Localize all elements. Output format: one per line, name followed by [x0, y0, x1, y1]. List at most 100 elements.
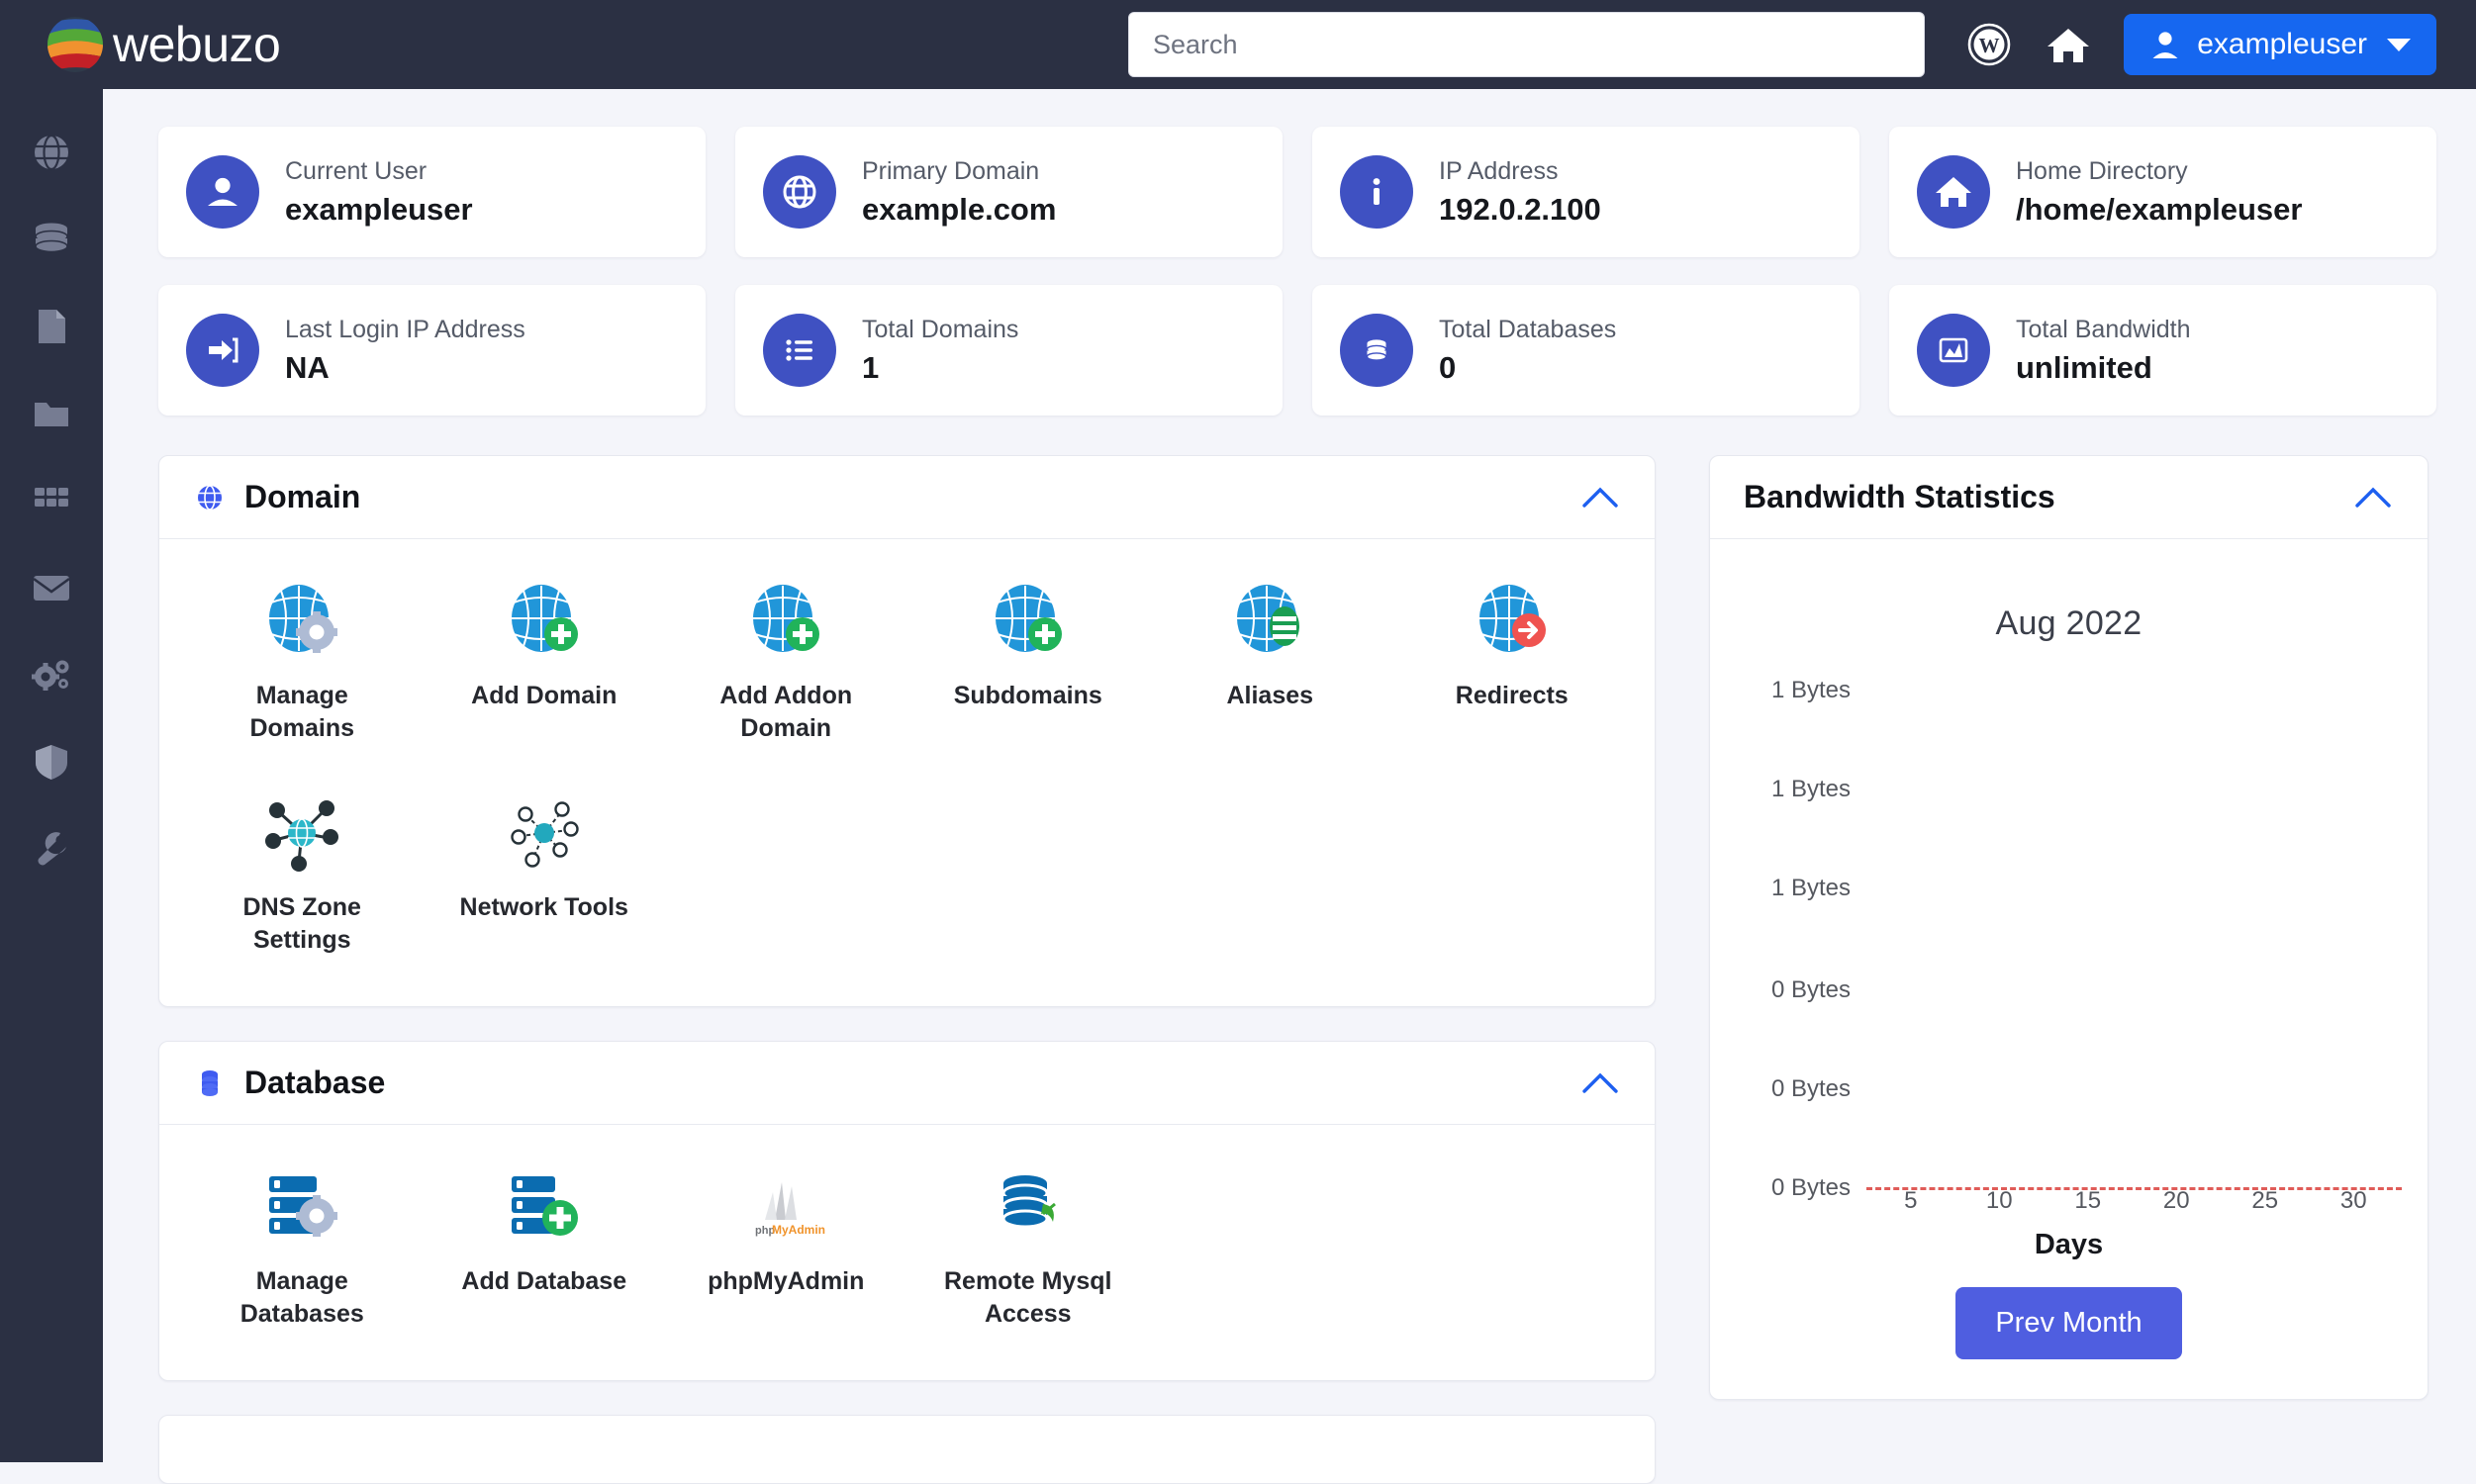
y-axis-row: 0 Bytes: [1736, 976, 2402, 1004]
tile-network-tools[interactable]: Network Tools: [424, 785, 666, 963]
chevron-up-icon[interactable]: [2352, 477, 2394, 518]
next-panel-partial: [158, 1415, 1656, 1484]
chevron-down-icon: [2387, 38, 2411, 51]
stat-card-home-directory: Home Directory /home/exampleuser: [1889, 127, 2436, 257]
stat-label: IP Address: [1439, 156, 1559, 185]
svg-text:MyAdmin: MyAdmin: [772, 1223, 825, 1237]
stat-label: Current User: [285, 156, 428, 185]
tile-subdomains[interactable]: Subdomains: [907, 573, 1150, 751]
database-plus-icon: [502, 1164, 587, 1250]
info-icon: [1340, 155, 1413, 229]
tile-redirects[interactable]: Redirects: [1391, 573, 1634, 751]
stat-card-total-databases: Total Databases 0: [1312, 285, 1859, 416]
bandwidth-panel-title: Bandwidth Statistics: [1744, 479, 2055, 514]
user-icon: [186, 155, 259, 229]
stat-card-ip-address: IP Address 192.0.2.100: [1312, 127, 1859, 257]
search-input[interactable]: [1128, 12, 1925, 77]
webuzo-logo-icon: [44, 14, 107, 75]
y-axis-row: 1 Bytes: [1736, 677, 2402, 704]
stat-value: NA: [285, 349, 330, 385]
y-tick-label: 1 Bytes: [1770, 875, 1851, 901]
wrench-icon: [38, 832, 66, 866]
stat-label: Total Bandwidth: [2016, 315, 2191, 343]
right-column: Bandwidth Statistics Aug 2022 1 Bytes 1 …: [1709, 455, 2428, 1400]
y-tick-label: 1 Bytes: [1770, 677, 1851, 703]
list-icon: [763, 314, 836, 387]
database-panel-title: Database: [244, 1065, 386, 1100]
tile-aliases[interactable]: Aliases: [1149, 573, 1391, 751]
chart-icon: [1917, 314, 1990, 387]
globe-icon: [193, 481, 227, 514]
sidebar-item-settings[interactable]: [0, 631, 103, 718]
tile-label: Manage Databases: [239, 1267, 364, 1328]
login-arrow-icon: [186, 314, 259, 387]
x-tick-label: 30: [2339, 1187, 2367, 1214]
stat-value: exampleuser: [285, 191, 473, 227]
tile-manage-databases[interactable]: Manage Databases: [181, 1159, 424, 1337]
bandwidth-panel-header: Bandwidth Statistics: [1710, 456, 2428, 539]
tile-label: Subdomains: [953, 682, 1102, 709]
sidebar-item-tools[interactable]: [0, 805, 103, 892]
stat-card-total-bandwidth: Total Bandwidth unlimited: [1889, 285, 2436, 416]
tile-remote-mysql-access[interactable]: Remote Mysql Access: [907, 1159, 1150, 1337]
domain-panel: Domain Manage Domains Add Domain Add Add…: [158, 455, 1656, 1007]
tile-dns-zone-settings[interactable]: DNS Zone Settings: [181, 785, 424, 963]
header-actions: W exampleuser: [1965, 0, 2436, 89]
bandwidth-statistics-panel: Bandwidth Statistics Aug 2022 1 Bytes 1 …: [1709, 455, 2428, 1400]
bandwidth-chart: Aug 2022 1 Bytes 1 Bytes 1 Bytes 0 Bytes: [1710, 539, 2428, 1399]
globe-arrow-icon: [1470, 579, 1555, 664]
tile-label: Redirects: [1455, 682, 1569, 709]
user-menu-button[interactable]: exampleuser: [2124, 14, 2436, 75]
database-tiles: Manage Databases Add Database php MyAdmi…: [159, 1125, 1655, 1380]
stat-label: Home Directory: [2016, 156, 2188, 185]
globe-icon: [35, 134, 68, 171]
stat-label: Primary Domain: [862, 156, 1040, 185]
chevron-up-icon[interactable]: [1579, 477, 1621, 518]
database-remote-icon: [986, 1164, 1071, 1250]
stat-cards-grid: Current User exampleuser Primary Domain …: [158, 127, 2436, 416]
tile-label: Remote Mysql Access: [944, 1267, 1112, 1328]
stat-card-primary-domain: Primary Domain example.com: [735, 127, 1283, 257]
tile-label: Aliases: [1226, 682, 1314, 709]
tile-add-domain[interactable]: Add Domain: [424, 573, 666, 751]
y-axis-row: 1 Bytes: [1736, 875, 2402, 902]
user-icon: [2152, 32, 2178, 58]
tile-add-addon-domain[interactable]: Add Addon Domain: [665, 573, 907, 751]
sidebar-item-apps[interactable]: [0, 457, 103, 544]
main-content: Current User exampleuser Primary Domain …: [103, 89, 2476, 1484]
globe-icon: [763, 155, 836, 229]
y-tick-label: 0 Bytes: [1770, 1174, 1851, 1201]
chart-title: Aug 2022: [1995, 604, 2143, 642]
top-header: webuzo W exampleuser: [0, 0, 2476, 89]
prev-month-button[interactable]: Prev Month: [1955, 1287, 2182, 1359]
sidebar-item-security[interactable]: [0, 718, 103, 805]
stat-label: Total Domains: [862, 315, 1019, 343]
stat-value: 192.0.2.100: [1439, 191, 1601, 227]
left-column: Domain Manage Domains Add Domain Add Add…: [158, 455, 1656, 1484]
domain-panel-header: Domain: [159, 456, 1655, 539]
globe-list-icon: [1227, 579, 1312, 664]
panels-row: Domain Manage Domains Add Domain Add Add…: [158, 455, 2436, 1484]
stat-label: Total Databases: [1439, 315, 1617, 343]
chevron-up-icon[interactable]: [1579, 1063, 1621, 1104]
folder-icon: [35, 403, 68, 426]
stat-value: 0: [1439, 349, 1457, 385]
sidebar-item-domain[interactable]: [0, 109, 103, 196]
wordpress-icon[interactable]: W: [1965, 21, 2013, 68]
home-icon[interactable]: [2045, 21, 2092, 68]
chart-plot-area: 1 Bytes 1 Bytes 1 Bytes 0 Bytes 0 Bytes: [1736, 677, 2402, 1214]
sidebar-item-email[interactable]: [0, 544, 103, 631]
stat-value: 1: [862, 349, 880, 385]
sidebar-item-folders[interactable]: [0, 370, 103, 457]
sidebar-item-files[interactable]: [0, 283, 103, 370]
search-container: [1128, 12, 1925, 77]
tile-phpmyadmin[interactable]: php MyAdmin phpMyAdmin: [665, 1159, 907, 1337]
y-axis-row: 1 Bytes: [1736, 776, 2402, 803]
tile-manage-domains[interactable]: Manage Domains: [181, 573, 424, 751]
tile-label: Manage Domains: [249, 682, 355, 742]
sidebar-item-database[interactable]: [0, 196, 103, 283]
tile-add-database[interactable]: Add Database: [424, 1159, 666, 1337]
database-icon: [35, 223, 68, 253]
x-tick-label: 10: [1985, 1187, 2013, 1214]
brand-logo-area[interactable]: webuzo: [44, 14, 281, 75]
